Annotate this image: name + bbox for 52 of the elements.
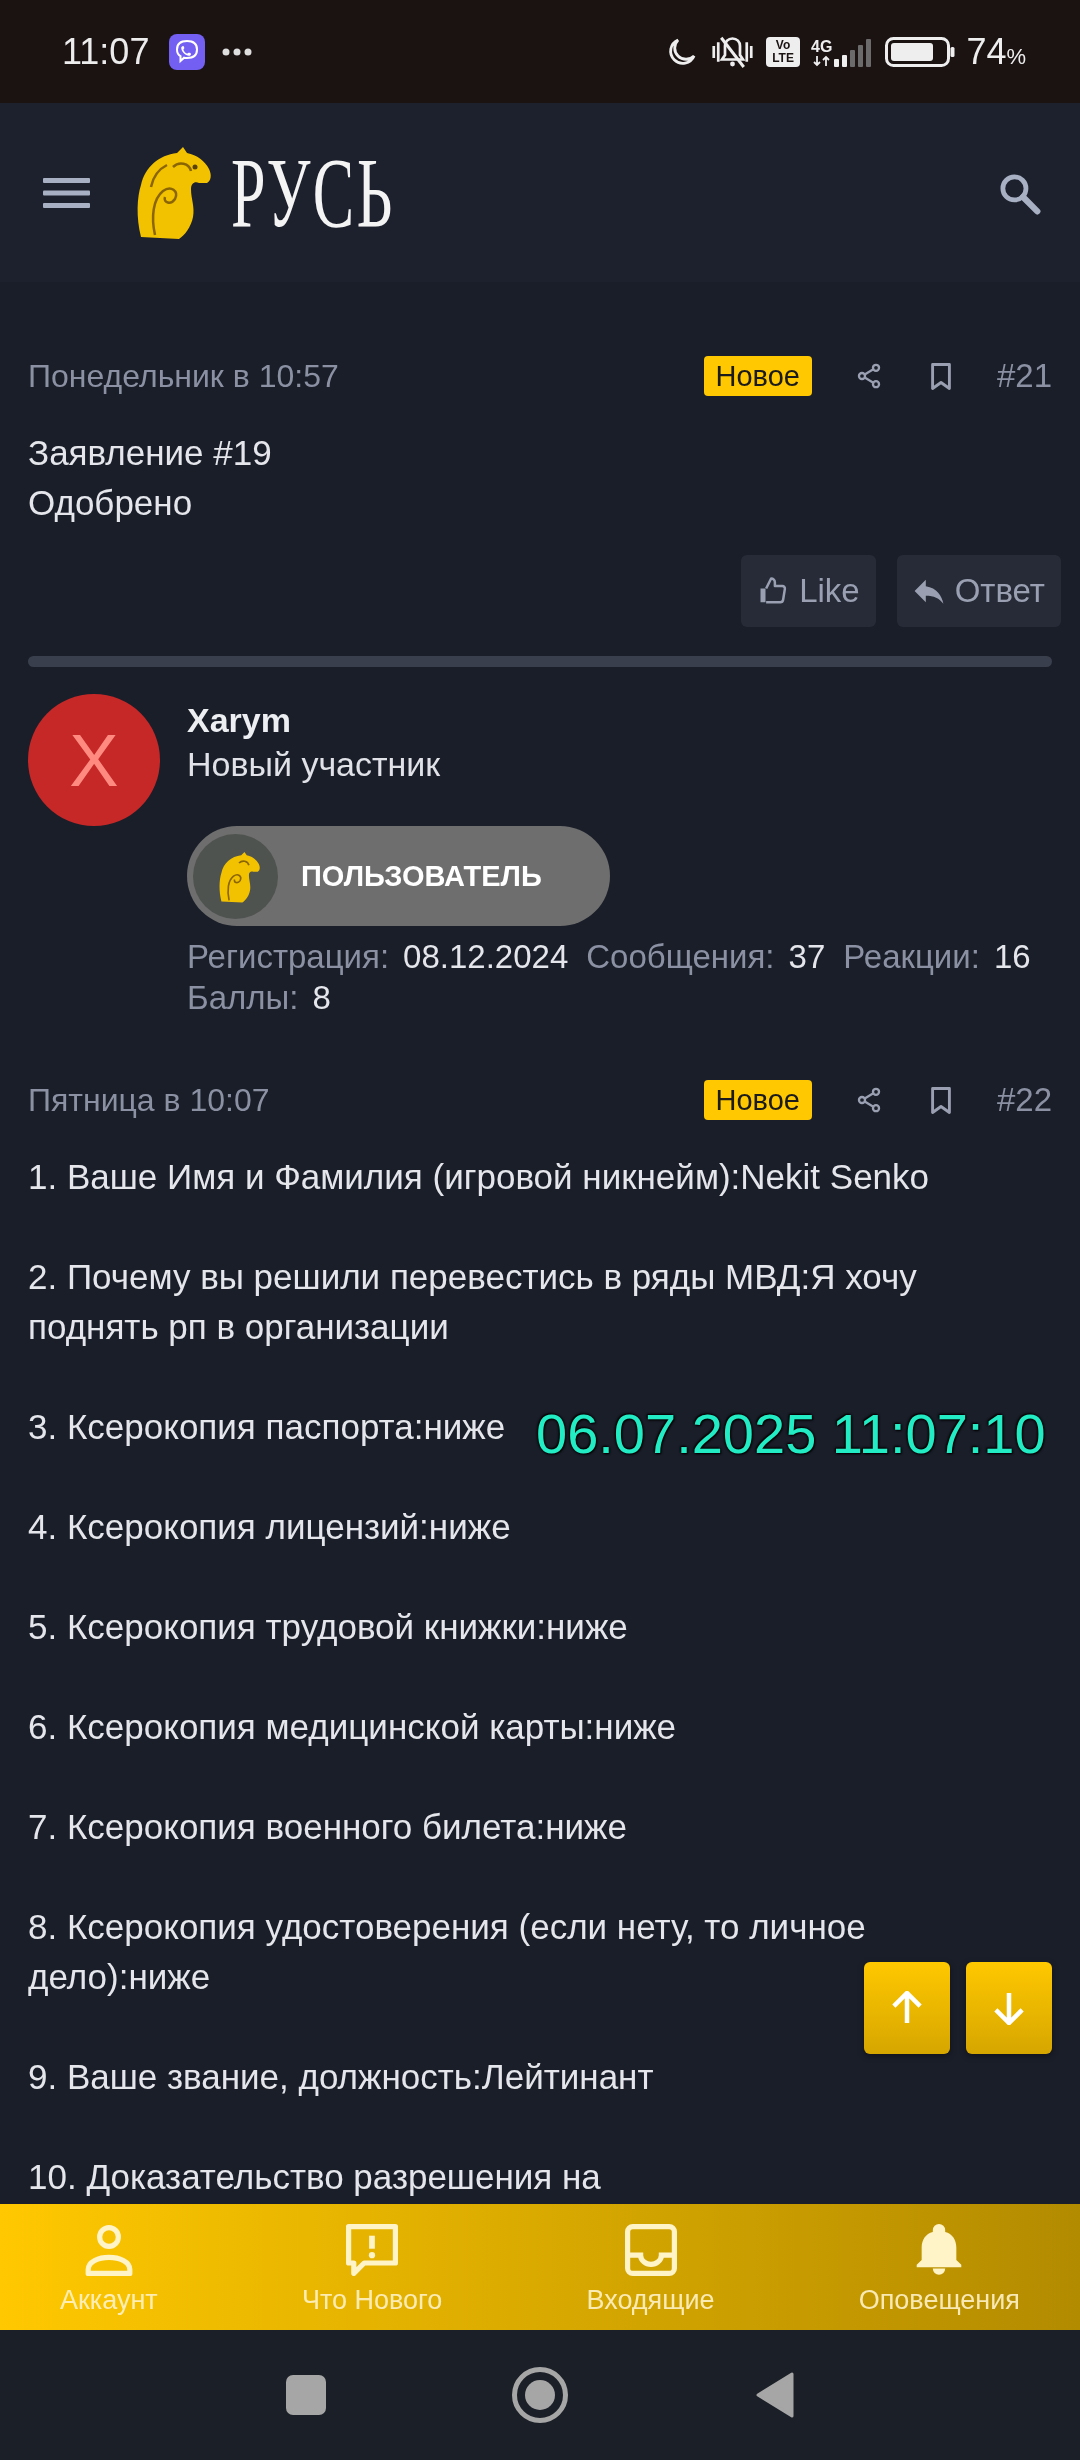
post-text: Заявление #19 xyxy=(28,432,272,474)
new-badge: Новое xyxy=(703,1080,812,1120)
bookmark-icon[interactable] xyxy=(928,1085,953,1115)
status-time: 11:07 xyxy=(62,30,150,73)
stat-label: Реакции: xyxy=(843,937,980,977)
stat-label: Баллы: xyxy=(187,978,299,1018)
stat-value: 16 xyxy=(993,937,1031,977)
stat-label: Сообщения: xyxy=(586,937,775,977)
post-text: 5. Ксерокопия трудовой книжки:ниже xyxy=(28,1606,628,1648)
post-date-link[interactable]: Пятница в 10:07 xyxy=(28,1081,270,1119)
post-text: 3. Ксерокопия паспорта:ниже xyxy=(28,1406,506,1448)
menu-icon[interactable] xyxy=(43,177,90,208)
stat-value: 37 xyxy=(788,937,826,977)
banner-label: ПОЛЬЗОВАТЕЛЬ xyxy=(301,859,542,893)
post-number-link[interactable]: #22 xyxy=(996,1081,1052,1119)
stat-value: 08.12.2024 xyxy=(403,937,569,977)
stat-label: Регистрация: xyxy=(187,937,390,977)
stat-value: 8 xyxy=(312,978,331,1018)
arrow-down-icon xyxy=(994,1991,1024,2025)
user-title: Новый участник xyxy=(187,744,441,785)
like-button[interactable]: Like xyxy=(741,555,876,627)
data-arrows-icon xyxy=(812,54,831,67)
reply-button[interactable]: Ответ xyxy=(896,555,1061,627)
new-badge: Новое xyxy=(703,356,812,396)
post-text: 9. Ваше звание, должность:Лейтинант xyxy=(28,2056,654,2098)
bookmark-icon[interactable] xyxy=(928,361,953,391)
recents-icon[interactable] xyxy=(286,2375,326,2415)
post-date-link[interactable]: Понедельник в 10:57 xyxy=(28,357,339,395)
phone-bubble-icon xyxy=(169,33,206,70)
username-link[interactable]: Xarym xyxy=(187,698,291,742)
volte-badge: Vo LTE xyxy=(766,36,801,67)
home-icon[interactable] xyxy=(512,2367,568,2423)
post-text: 8. Ксерокопия удостоверения (если нету, то личное дело):ниже xyxy=(28,1906,867,1998)
back-icon[interactable] xyxy=(756,2372,794,2418)
timestamp-overlay: 06.07.2025 11:07:10 xyxy=(536,1404,1046,1464)
post-text: 4. Ксерокопия лицензий:ниже xyxy=(28,1506,511,1548)
alert-bubble-icon xyxy=(346,2224,399,2276)
post-text: 2. Почему вы решили перевестись в ряды МВД:Я хочу поднять рп в организации xyxy=(28,1256,918,1348)
battery-icon xyxy=(885,36,956,67)
post-text: Одобрено xyxy=(28,482,193,524)
post-number-link[interactable]: #21 xyxy=(996,357,1052,395)
network-type-label: 4G xyxy=(811,38,833,55)
more-dots-icon xyxy=(222,47,253,56)
post-text: 1. Ваше Имя и Фамилия (игровой никнейм):Nekit Senko xyxy=(28,1156,930,1198)
horse-head-emblem-icon xyxy=(193,833,278,919)
inbox-tray-icon xyxy=(624,2224,677,2276)
post-text: 10. Доказательство разрешения на xyxy=(28,2156,601,2198)
post-text: 7. Ксерокопия военного билета:ниже xyxy=(28,1806,627,1848)
arrow-up-icon xyxy=(892,1991,922,2025)
logo-text[interactable]: РУСЬ xyxy=(231,142,395,243)
battery-percent: 74% xyxy=(966,30,1026,73)
post-text: 6. Ксерокопия медицинской карты:ниже xyxy=(28,1706,677,1748)
